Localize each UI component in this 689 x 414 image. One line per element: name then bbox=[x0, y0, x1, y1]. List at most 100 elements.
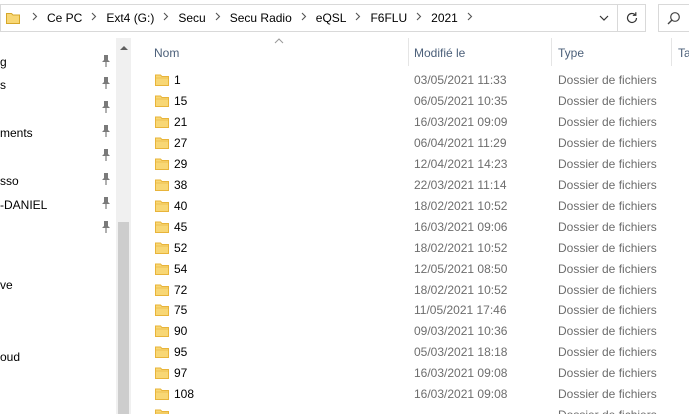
file-type: Dossier de fichiers bbox=[558, 114, 657, 129]
chevron-down-icon[interactable] bbox=[597, 11, 611, 25]
file-type: Dossier de fichiers bbox=[558, 198, 657, 213]
file-type: Dossier de fichiers bbox=[558, 156, 657, 171]
file-name: 21 bbox=[174, 114, 188, 129]
nav-item[interactable]: s bbox=[0, 75, 6, 95]
file-type: Dossier de fichiers bbox=[558, 219, 657, 234]
chevron-right-icon[interactable] bbox=[156, 12, 176, 24]
file-type: Dossier de fichiers bbox=[558, 324, 657, 339]
scroll-up-icon[interactable] bbox=[116, 38, 131, 56]
file-type: Dossier de fichiers bbox=[558, 261, 657, 276]
table-row[interactable]: 72 18/02/2021 10:52 Dossier de fichiers bbox=[131, 280, 689, 301]
table-row[interactable]: 27 06/04/2021 11:29 Dossier de fichiers bbox=[131, 133, 689, 154]
breadcrumb-item[interactable]: Ext4 (G:) bbox=[104, 11, 156, 25]
pin-icon[interactable] bbox=[100, 54, 112, 68]
file-modified: 11/05/2021 17:46 bbox=[414, 303, 507, 318]
file-name: 97 bbox=[174, 366, 188, 381]
nav-item[interactable]: -DANIEL bbox=[0, 195, 47, 215]
nav-item[interactable]: ments bbox=[0, 123, 33, 143]
table-row[interactable]: 97 16/03/2021 09:08 Dossier de fichiers bbox=[131, 363, 689, 384]
nav-item[interactable]: oud bbox=[0, 347, 20, 367]
file-modified: 18/02/2021 10:52 bbox=[414, 240, 508, 255]
refresh-icon[interactable] bbox=[621, 8, 643, 28]
pin-icon[interactable] bbox=[100, 100, 112, 114]
pin-icon[interactable] bbox=[100, 148, 112, 162]
search-box[interactable] bbox=[658, 4, 689, 32]
folder-icon bbox=[155, 325, 169, 340]
column-modified-header[interactable]: Modifié le bbox=[414, 38, 465, 68]
chevron-right-icon[interactable] bbox=[409, 12, 429, 24]
breadcrumb-item[interactable]: Secu bbox=[176, 11, 207, 25]
file-name: 72 bbox=[174, 282, 188, 297]
chevron-right-icon[interactable] bbox=[348, 12, 368, 24]
table-row[interactable]: 45 16/03/2021 09:06 Dossier de fichiers bbox=[131, 217, 689, 238]
column-divider[interactable] bbox=[551, 38, 552, 66]
chevron-right-icon[interactable] bbox=[294, 12, 314, 24]
breadcrumb-item[interactable]: Secu Radio bbox=[228, 11, 294, 25]
column-divider[interactable] bbox=[408, 38, 409, 66]
nav-scrollbar[interactable] bbox=[116, 38, 131, 414]
file-type: Dossier de fichiers bbox=[558, 366, 657, 381]
table-row[interactable]: 38 22/03/2021 11:14 Dossier de fichiers bbox=[131, 175, 689, 196]
folder-icon bbox=[155, 284, 169, 299]
file-type: Dossier de fichiers bbox=[558, 303, 657, 318]
folder-icon bbox=[155, 95, 169, 110]
file-type: Dossier de fichiers bbox=[558, 177, 657, 192]
pin-icon[interactable] bbox=[100, 76, 112, 90]
file-name: 90 bbox=[174, 324, 188, 339]
column-divider[interactable] bbox=[671, 38, 672, 66]
table-row[interactable]: 15 06/05/2021 10:35 Dossier de fichiers bbox=[131, 91, 689, 112]
chevron-right-icon[interactable] bbox=[460, 12, 480, 24]
address-bar[interactable]: Ce PC Ext4 (G:) Secu Secu Radio eQSL F6FLU 202… bbox=[0, 4, 646, 32]
breadcrumb-item[interactable]: F6FLU bbox=[368, 11, 409, 25]
file-name: 1 bbox=[174, 73, 181, 87]
column-type-header[interactable]: Type bbox=[558, 38, 584, 68]
nav-item[interactable]: g bbox=[0, 52, 7, 72]
file-type: Dossier de fichiers bbox=[558, 405, 657, 414]
chevron-right-icon[interactable] bbox=[84, 12, 104, 24]
file-name: 45 bbox=[174, 219, 188, 234]
file-modified: 16/03/2021 09:09 bbox=[414, 114, 508, 129]
file-type: Dossier de fichiers bbox=[558, 240, 657, 255]
pin-icon[interactable] bbox=[100, 220, 112, 234]
file-modified: 18/02/2021 10:52 bbox=[414, 282, 508, 297]
breadcrumb-item[interactable]: Ce PC bbox=[45, 11, 84, 25]
table-row[interactable]: 40 18/02/2021 10:52 Dossier de fichiers bbox=[131, 196, 689, 217]
breadcrumb-item[interactable]: eQSL bbox=[314, 11, 349, 25]
table-row[interactable]: 1 03/05/2021 11:33 Dossier de fichiers bbox=[131, 70, 689, 91]
folder-icon bbox=[155, 242, 169, 257]
table-row[interactable]: 75 11/05/2021 17:46 Dossier de fichiers bbox=[131, 300, 689, 321]
nav-item[interactable]: ve bbox=[0, 275, 13, 295]
table-row[interactable]: 54 12/05/2021 08:50 Dossier de fichiers bbox=[131, 259, 689, 280]
folder-icon bbox=[155, 388, 169, 403]
table-row[interactable]: 21 16/03/2021 09:09 Dossier de fichiers bbox=[131, 112, 689, 133]
folder-icon bbox=[155, 346, 169, 361]
breadcrumb-item[interactable]: 2021 bbox=[429, 11, 460, 25]
folder-icon bbox=[155, 409, 169, 414]
table-row[interactable]: 108 16/03/2021 09:08 Dossier de fichiers bbox=[131, 384, 689, 405]
chevron-right-icon[interactable] bbox=[25, 12, 45, 24]
chevron-right-icon[interactable] bbox=[208, 12, 228, 24]
file-type: Dossier de fichiers bbox=[558, 135, 657, 150]
file-type: Dossier de fichiers bbox=[558, 387, 657, 402]
table-row[interactable]: 90 09/03/2021 10:36 Dossier de fichiers bbox=[131, 321, 689, 342]
pin-icon[interactable] bbox=[100, 196, 112, 210]
file-name: 15 bbox=[174, 93, 188, 108]
table-row[interactable]: 95 05/03/2021 18:18 Dossier de fichiers bbox=[131, 342, 689, 363]
search-icon bbox=[667, 11, 681, 28]
table-row[interactable]: 29 12/04/2021 14:23 Dossier de fichiers bbox=[131, 154, 689, 175]
file-name: 52 bbox=[174, 240, 188, 255]
folder-icon bbox=[155, 200, 169, 215]
folder-icon bbox=[155, 158, 169, 173]
file-modified: 16/03/2021 09:08 bbox=[414, 366, 508, 381]
column-name-header[interactable]: Nom bbox=[154, 38, 179, 68]
table-row[interactable]: Dossier de fichiers bbox=[131, 405, 689, 414]
file-modified: 16/03/2021 09:06 bbox=[414, 219, 508, 234]
pin-icon[interactable] bbox=[100, 124, 112, 138]
file-modified: 03/05/2021 11:33 bbox=[414, 73, 507, 87]
scrollbar-thumb[interactable] bbox=[118, 222, 129, 414]
pin-icon[interactable] bbox=[100, 172, 112, 186]
column-size-header[interactable]: Ta bbox=[678, 38, 689, 68]
table-row[interactable]: 52 18/02/2021 10:52 Dossier de fichiers bbox=[131, 238, 689, 259]
nav-item[interactable]: sso bbox=[0, 171, 19, 191]
file-type: Dossier de fichiers bbox=[558, 73, 657, 87]
